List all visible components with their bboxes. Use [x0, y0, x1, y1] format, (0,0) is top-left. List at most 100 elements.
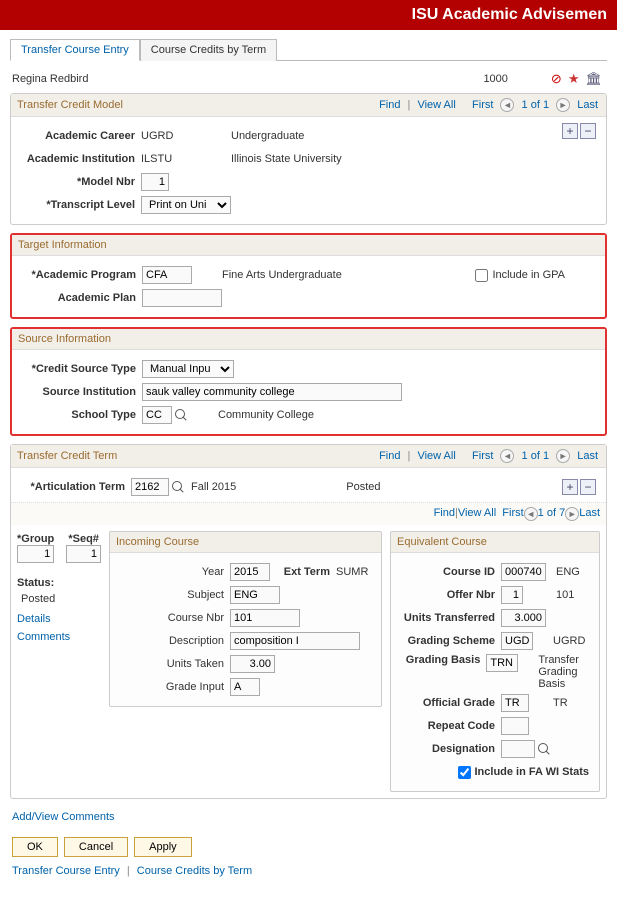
seq-label: *Seq#: [66, 533, 101, 545]
source-institution-input[interactable]: [142, 383, 402, 401]
academic-program-label: *Academic Program: [22, 269, 142, 281]
view-all-link[interactable]: View All: [417, 450, 455, 462]
transcript-level-label: *Transcript Level: [21, 199, 141, 211]
grade-input-label: Grade Input: [120, 681, 230, 693]
transfer-credit-term-panel: Transfer Credit Term Find | View All Fir…: [10, 444, 607, 799]
credit-source-type-select[interactable]: Manual Inpu: [142, 360, 234, 378]
find-link[interactable]: Find: [434, 507, 455, 521]
lookup-icon[interactable]: [171, 480, 185, 494]
details-link[interactable]: Details: [17, 613, 101, 625]
units-transferred-input[interactable]: [501, 609, 546, 627]
academic-plan-input[interactable]: [142, 289, 222, 307]
lookup-icon[interactable]: [537, 742, 551, 756]
school-type-input[interactable]: [142, 406, 172, 424]
apply-button[interactable]: Apply: [134, 837, 192, 857]
first-label: First: [472, 99, 493, 111]
designation-input[interactable]: [501, 740, 535, 758]
grade-input-field[interactable]: [230, 678, 260, 696]
official-grade-label: Official Grade: [401, 697, 501, 709]
subject-input[interactable]: [230, 586, 280, 604]
course-id-label: Course ID: [401, 566, 501, 578]
repeat-code-input[interactable]: [501, 717, 529, 735]
status-value: Posted: [21, 593, 101, 605]
model-nbr-input[interactable]: [141, 173, 169, 191]
school-type-desc: Community College: [218, 409, 314, 421]
student-header: Regina Redbird 1000 ⊘ ★ 🏛: [10, 65, 607, 93]
year-input[interactable]: [230, 563, 270, 581]
footer-link-course-credits-by-term[interactable]: Course Credits by Term: [137, 865, 252, 877]
articulation-term-label: *Articulation Term: [21, 481, 131, 493]
banner-title: ISU Academic Advisemen: [412, 6, 607, 23]
status-label: Status:: [17, 577, 101, 589]
tab-transfer-course-entry[interactable]: Transfer Course Entry: [10, 39, 140, 61]
prev-arrow-icon[interactable]: ◄: [524, 507, 538, 521]
next-arrow-icon[interactable]: ►: [565, 507, 579, 521]
academic-program-desc: Fine Arts Undergraduate: [222, 269, 342, 281]
view-all-link[interactable]: View All: [417, 99, 455, 111]
group-input[interactable]: [17, 545, 54, 563]
transfer-credit-model-panel: Transfer Credit Model Find | View All Fi…: [10, 93, 607, 225]
panel-title: Source Information: [18, 333, 111, 345]
course-nbr-label: Course Nbr: [120, 612, 230, 624]
description-input[interactable]: [230, 632, 360, 650]
course-nbr-input[interactable]: [230, 609, 300, 627]
year-label: Year: [120, 566, 230, 578]
next-arrow-icon[interactable]: ►: [556, 98, 570, 112]
delete-row-icon[interactable]: −: [580, 479, 596, 495]
add-row-icon[interactable]: +: [562, 123, 578, 139]
description-label: Description: [120, 635, 230, 647]
next-arrow-icon[interactable]: ►: [556, 449, 570, 463]
official-grade-input[interactable]: [501, 694, 529, 712]
find-link[interactable]: Find: [379, 450, 400, 462]
source-institution-label: Source Institution: [22, 386, 142, 398]
transcript-level-select[interactable]: Print on Uni: [141, 196, 231, 214]
lookup-icon[interactable]: [174, 408, 188, 422]
star-icon: ★: [568, 71, 580, 87]
no-entry-icon: ⊘: [551, 71, 562, 87]
school-type-label: School Type: [22, 409, 142, 421]
footer-link-transfer-course-entry[interactable]: Transfer Course Entry: [12, 865, 120, 877]
academic-program-input[interactable]: [142, 266, 192, 284]
units-taken-input[interactable]: [230, 655, 275, 673]
include-fa-wi-stats-checkbox[interactable]: [458, 766, 471, 779]
model-nbr-label: *Model Nbr: [21, 176, 141, 188]
course-scroll-nav: Find | View All First ◄ 1 of 7 ► Last: [11, 502, 606, 525]
target-information-panel: Target Information *Academic Program Fin…: [10, 233, 607, 319]
academic-institution-value: ILSTU: [141, 153, 201, 165]
add-view-comments-link[interactable]: Add/View Comments: [12, 811, 115, 823]
panel-title: Target Information: [18, 239, 107, 251]
include-in-gpa-label: Include in GPA: [492, 269, 565, 281]
grading-scheme-input[interactable]: [501, 632, 533, 650]
ok-button[interactable]: OK: [12, 837, 58, 857]
comments-link[interactable]: Comments: [17, 631, 101, 643]
course-id-input[interactable]: [501, 563, 546, 581]
prev-arrow-icon[interactable]: ◄: [500, 449, 514, 463]
student-name: Regina Redbird: [12, 73, 88, 85]
cancel-button[interactable]: Cancel: [64, 837, 128, 857]
prev-arrow-icon[interactable]: ◄: [500, 98, 514, 112]
grading-basis-label: Grading Basis: [401, 654, 486, 666]
equivalent-course-card: Equivalent Course Course ID ENG Offer Nb…: [390, 531, 600, 792]
grading-scheme-desc: UGRD: [553, 635, 585, 647]
ext-term-label: Ext Term: [276, 566, 336, 578]
offer-nbr-input[interactable]: [501, 586, 523, 604]
academic-institution-label: Academic Institution: [21, 153, 141, 165]
panel-nav: Find | View All First ◄ 1 of 1 ► Last: [377, 98, 600, 112]
seq-input[interactable]: [66, 545, 101, 563]
incoming-course-card: Incoming Course Year Ext Term SUMR Subje…: [109, 531, 382, 707]
card-title: Equivalent Course: [397, 536, 487, 548]
add-row-icon[interactable]: +: [562, 479, 578, 495]
view-all-link[interactable]: View All: [458, 507, 496, 521]
delete-row-icon[interactable]: −: [580, 123, 596, 139]
student-id: 1000: [483, 73, 507, 85]
include-in-gpa-checkbox[interactable]: [475, 269, 488, 282]
grading-basis-input[interactable]: [486, 654, 518, 672]
group-label: *Group: [17, 533, 54, 545]
app-banner: ISU Academic Advisemen: [0, 0, 617, 30]
credit-source-type-label: *Credit Source Type: [22, 363, 142, 375]
tab-course-credits-by-term[interactable]: Course Credits by Term: [140, 39, 277, 61]
academic-career-desc: Undergraduate: [231, 130, 304, 142]
articulation-term-input[interactable]: [131, 478, 169, 496]
units-transferred-label: Units Transferred: [401, 612, 501, 624]
find-link[interactable]: Find: [379, 99, 400, 111]
